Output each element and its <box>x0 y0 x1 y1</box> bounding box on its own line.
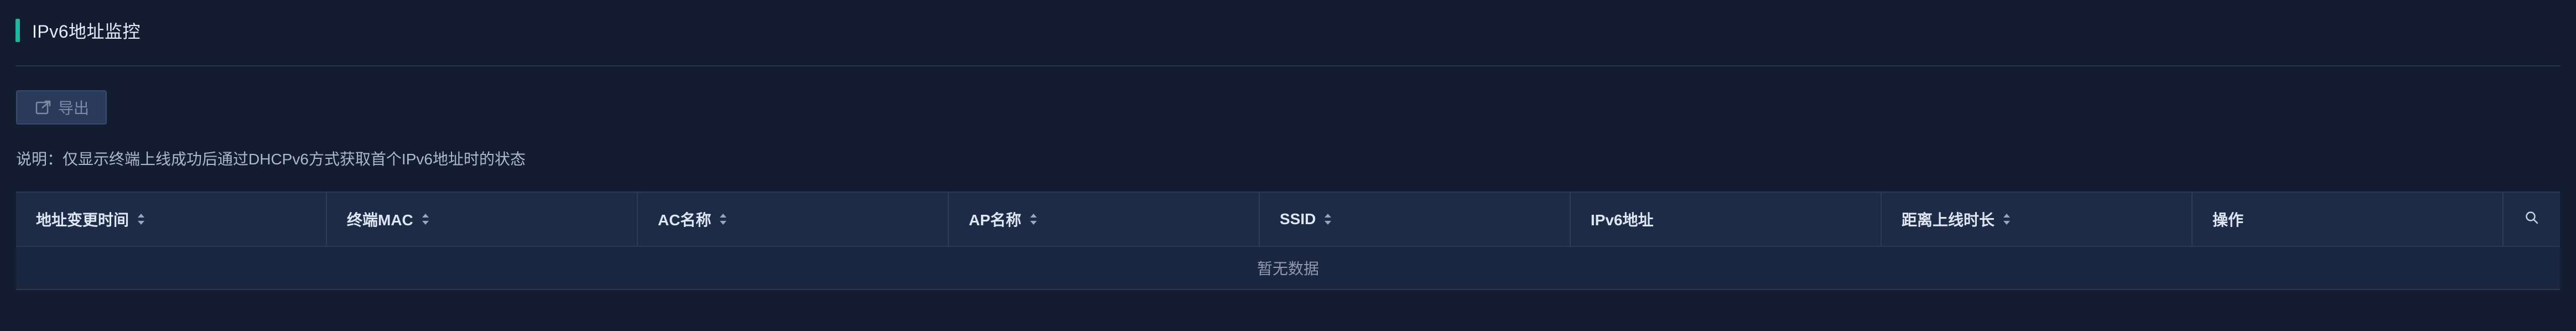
sort-icon[interactable] <box>1325 214 1332 225</box>
ipv6-monitor-page: IPv6地址监控 导出 说明：仅显示终端上线成功后通过DHCPv6方式获取首个I… <box>0 0 2576 331</box>
column-label: AC名称 <box>658 211 711 229</box>
column-terminal-mac[interactable]: 终端MAC <box>327 193 638 246</box>
description-note: 说明：仅显示终端上线成功后通过DHCPv6方式获取首个IPv6地址时的状态 <box>16 151 526 168</box>
sort-icon[interactable] <box>2003 214 2011 225</box>
column-address-change-time[interactable]: 地址变更时间 <box>16 193 327 246</box>
page-title: IPv6地址监控 <box>32 22 141 42</box>
header-divider <box>15 65 2561 66</box>
export-button[interactable]: 导出 <box>16 90 107 125</box>
column-label: IPv6地址 <box>1591 211 1654 229</box>
column-label: SSID <box>1280 210 1316 227</box>
title-accent-bar <box>15 19 20 42</box>
sort-icon[interactable] <box>422 214 429 225</box>
column-ap-name[interactable]: AP名称 <box>949 193 1260 246</box>
column-label: 终端MAC <box>347 211 413 229</box>
sort-icon[interactable] <box>1030 214 1037 225</box>
search-icon <box>2525 210 2539 229</box>
table-header: 地址变更时间 终端MAC AC名称 AP名称 SSID IPv6地址 距离上线时… <box>16 192 2560 247</box>
column-label: 地址变更时间 <box>36 211 129 229</box>
sort-icon[interactable] <box>720 214 727 225</box>
table-empty-state: 暂无数据 <box>16 247 2560 290</box>
column-ac-name[interactable]: AC名称 <box>638 193 949 246</box>
sort-icon[interactable] <box>138 214 145 225</box>
empty-text: 暂无数据 <box>1256 260 1319 277</box>
column-label: AP名称 <box>969 211 1021 229</box>
table-search-button[interactable] <box>2504 193 2560 246</box>
ipv6-table: 地址变更时间 终端MAC AC名称 AP名称 SSID IPv6地址 距离上线时… <box>16 192 2560 290</box>
export-icon <box>34 98 53 117</box>
column-ssid[interactable]: SSID <box>1260 193 1571 246</box>
column-actions: 操作 <box>2193 193 2504 246</box>
column-ipv6-address: IPv6地址 <box>1571 193 1882 246</box>
export-button-label: 导出 <box>58 100 89 117</box>
column-online-duration[interactable]: 距离上线时长 <box>1882 193 2193 246</box>
page-header: IPv6地址监控 <box>15 19 141 42</box>
column-label: 距离上线时长 <box>1902 211 1995 229</box>
column-label: 操作 <box>2213 211 2244 229</box>
